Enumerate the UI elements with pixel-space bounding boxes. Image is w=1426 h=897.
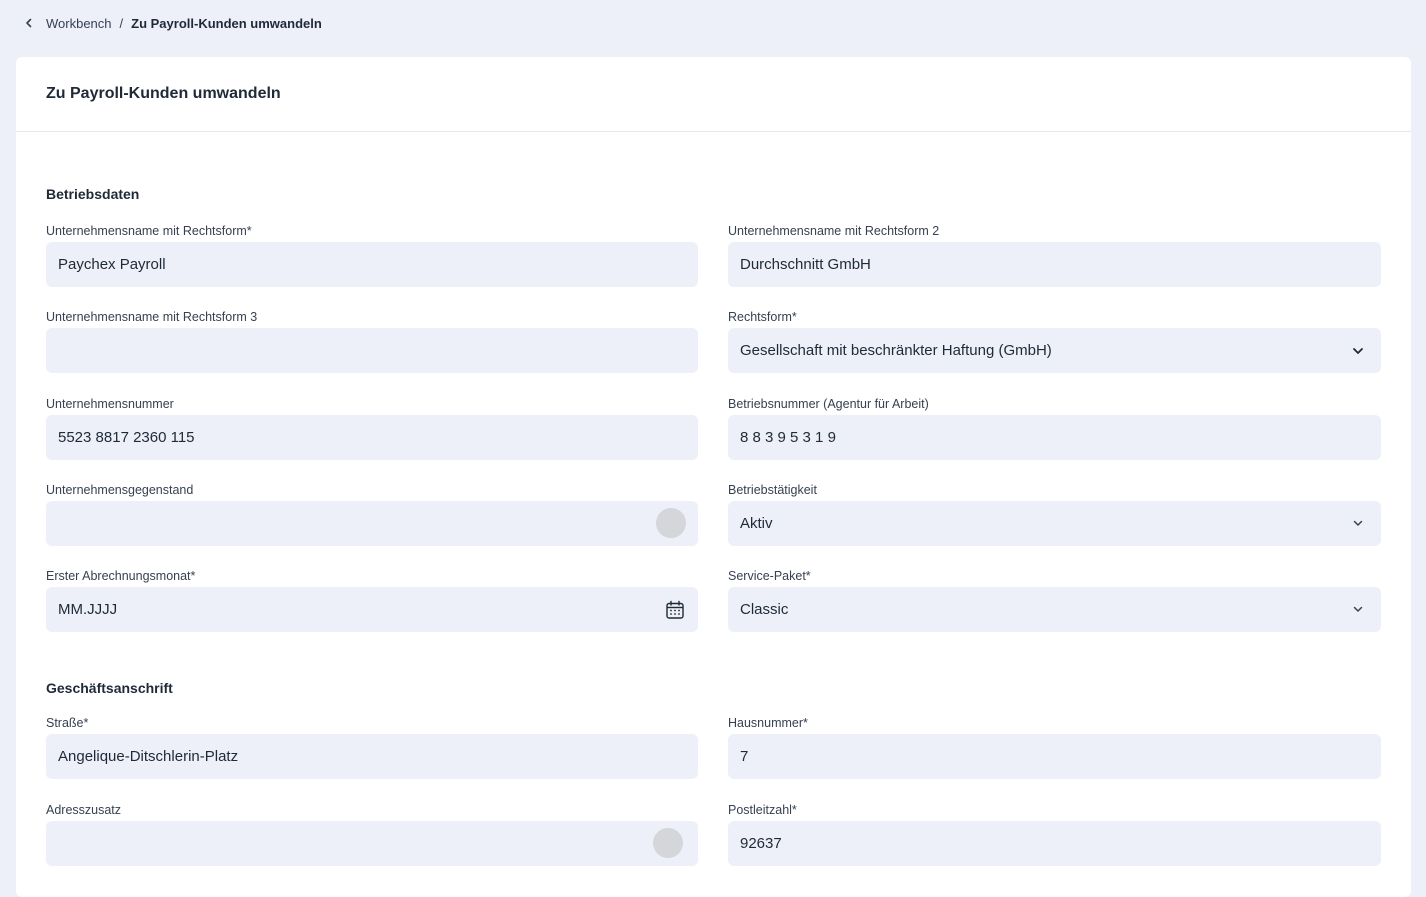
input-value: Durchschnitt GmbH bbox=[740, 256, 871, 273]
select-value: Aktiv bbox=[740, 515, 773, 532]
field-label: Hausnummer* bbox=[728, 716, 808, 730]
loading-indicator bbox=[656, 508, 686, 538]
field-label: Postleitzahl* bbox=[728, 803, 797, 817]
card-header: Zu Payroll-Kunden umwandeln bbox=[16, 57, 1411, 132]
service-paket-select[interactable]: Classic bbox=[728, 587, 1381, 632]
field-rechtsform: Rechtsform* Gesellschaft mit beschränkte… bbox=[728, 308, 1381, 373]
section-title-betriebsdaten: Betriebsdaten bbox=[46, 186, 140, 202]
field-postleitzahl: Postleitzahl* 92637 bbox=[728, 801, 1381, 866]
field-label: Unternehmensname mit Rechtsform* bbox=[46, 224, 252, 238]
form-card: Zu Payroll-Kunden umwandeln Betriebsdate… bbox=[16, 57, 1411, 897]
chevron-down-icon[interactable] bbox=[1347, 599, 1369, 621]
breadcrumb-current: Zu Payroll-Kunden umwandeln bbox=[131, 15, 322, 31]
postleitzahl-input[interactable]: 92637 bbox=[728, 821, 1381, 866]
field-label: Betriebsnummer (Agentur für Arbeit) bbox=[728, 397, 929, 411]
company-name-3-input[interactable] bbox=[46, 328, 698, 373]
hausnummer-input[interactable]: 7 bbox=[728, 734, 1381, 779]
field-betriebstaetigkeit: Betriebstätigkeit Aktiv bbox=[728, 481, 1381, 546]
chevron-down-icon[interactable] bbox=[1347, 340, 1369, 362]
field-label: Betriebstätigkeit bbox=[728, 483, 817, 497]
input-value: 5523 8817 2360 115 bbox=[58, 429, 195, 446]
betriebsnummer-input[interactable]: 8 8 3 9 5 3 1 9 bbox=[728, 415, 1381, 460]
field-company-name-1: Unternehmensname mit Rechtsform* Paychex… bbox=[46, 222, 698, 287]
field-company-name-3: Unternehmensname mit Rechtsform 3 bbox=[46, 308, 698, 373]
input-value: 7 bbox=[740, 748, 749, 765]
breadcrumb-separator: / bbox=[119, 15, 124, 31]
field-label: Erster Abrechnungsmonat* bbox=[46, 569, 196, 583]
field-label: Unternehmensgegenstand bbox=[46, 483, 194, 497]
unternehmensnummer-input[interactable]: 5523 8817 2360 115 bbox=[46, 415, 698, 460]
betriebstaetigkeit-select[interactable]: Aktiv bbox=[728, 501, 1381, 546]
field-unternehmensgegenstand: Unternehmensgegenstand bbox=[46, 481, 698, 546]
loading-indicator bbox=[653, 828, 683, 858]
chevron-down-icon[interactable] bbox=[1347, 513, 1369, 535]
input-value: 8 8 3 9 5 3 1 9 bbox=[740, 429, 836, 446]
strasse-input[interactable]: Angelique-Ditschlerin-Platz bbox=[46, 734, 698, 779]
field-strasse: Straße* Angelique-Ditschlerin-Platz bbox=[46, 714, 698, 779]
field-adresszusatz: Adresszusatz bbox=[46, 801, 698, 866]
select-value: Gesellschaft mit beschränkter Haftung (G… bbox=[740, 342, 1052, 359]
field-service-paket: Service-Paket* Classic bbox=[728, 567, 1381, 632]
field-unternehmensnummer: Unternehmensnummer 5523 8817 2360 115 bbox=[46, 395, 698, 460]
chevron-left-icon[interactable] bbox=[22, 16, 36, 30]
breadcrumb: Workbench / Zu Payroll-Kunden umwandeln bbox=[22, 14, 322, 32]
input-value: Angelique-Ditschlerin-Platz bbox=[58, 748, 239, 765]
input-value: Paychex Payroll bbox=[58, 256, 166, 273]
adresszusatz-input[interactable] bbox=[46, 821, 698, 866]
field-company-name-2: Unternehmensname mit Rechtsform 2 Durchs… bbox=[728, 222, 1381, 287]
field-label: Unternehmensname mit Rechtsform 2 bbox=[728, 224, 940, 238]
breadcrumb-workbench-link[interactable]: Workbench bbox=[46, 16, 112, 31]
input-value: 92637 bbox=[740, 835, 782, 852]
select-value: Classic bbox=[740, 601, 789, 618]
rechtsform-select[interactable]: Gesellschaft mit beschränkter Haftung (G… bbox=[728, 328, 1381, 373]
page-title: Zu Payroll-Kunden umwandeln bbox=[46, 85, 281, 102]
field-betriebsnummer: Betriebsnummer (Agentur für Arbeit) 8 8 … bbox=[728, 395, 1381, 460]
field-label: Straße* bbox=[46, 716, 89, 730]
section-title-anschrift: Geschäftsanschrift bbox=[46, 680, 173, 696]
company-name-1-input[interactable]: Paychex Payroll bbox=[46, 242, 698, 287]
unternehmensgegenstand-input[interactable] bbox=[46, 501, 698, 546]
field-label: Unternehmensname mit Rechtsform 3 bbox=[46, 310, 258, 324]
abrechnungsmonat-input[interactable]: MM.JJJJ bbox=[46, 587, 698, 632]
field-label: Rechtsform* bbox=[728, 310, 797, 324]
input-placeholder: MM.JJJJ bbox=[58, 601, 118, 618]
field-hausnummer: Hausnummer* 7 bbox=[728, 714, 1381, 779]
field-abrechnungsmonat: Erster Abrechnungsmonat* MM.JJJJ bbox=[46, 567, 698, 632]
calendar-icon[interactable] bbox=[664, 599, 686, 621]
field-label: Unternehmensnummer bbox=[46, 397, 174, 411]
company-name-2-input[interactable]: Durchschnitt GmbH bbox=[728, 242, 1381, 287]
field-label: Service-Paket* bbox=[728, 569, 811, 583]
field-label: Adresszusatz bbox=[46, 803, 122, 817]
